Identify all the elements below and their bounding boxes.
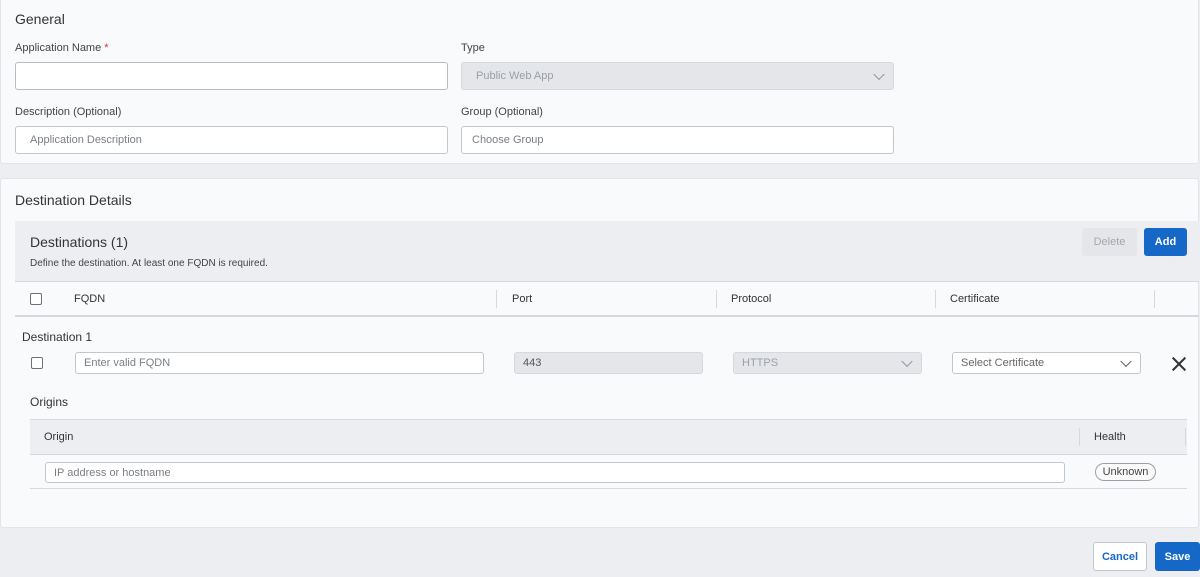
app-name-label-text: Application Name: [15, 42, 102, 54]
fqdn-input[interactable]: Enter valid FQDN: [75, 352, 484, 374]
column-fqdn: FQDN: [74, 293, 106, 305]
destination-details-title: Destination Details: [15, 192, 132, 208]
destination-details-section: Destination Details Destinations (1) Def…: [0, 178, 1199, 528]
type-select-value: Public Web App: [476, 70, 554, 82]
add-button[interactable]: Add: [1144, 228, 1187, 256]
port-value: 443: [523, 357, 542, 369]
column-port: Port: [512, 293, 533, 305]
destinations-subtitle: Define the destination. At least one FQD…: [30, 258, 268, 269]
column-health: Health: [1094, 431, 1126, 443]
column-divider: [1185, 428, 1186, 446]
column-divider: [1079, 428, 1080, 446]
chevron-down-icon: [901, 355, 913, 368]
column-divider: [1154, 290, 1155, 308]
origins-table: Origin Health IP address or hostname Unk…: [30, 419, 1187, 489]
protocol-select: HTTPS: [733, 352, 922, 374]
certificate-placeholder: Select Certificate: [961, 357, 1045, 369]
destination-checkbox[interactable]: [31, 357, 43, 369]
origin-placeholder: IP address or hostname: [54, 466, 171, 479]
group-label: Group (Optional): [461, 106, 543, 118]
description-placeholder: Application Description: [30, 134, 142, 146]
group-placeholder: Choose Group: [472, 134, 544, 146]
description-label: Description (Optional): [15, 106, 122, 118]
app-name-label: Application Name *: [15, 42, 109, 54]
destinations-header: Destinations (1) Define the destination.…: [15, 221, 1199, 281]
select-all-checkbox[interactable]: [30, 293, 42, 305]
destination-name: Destination 1: [22, 330, 93, 344]
column-certificate: Certificate: [950, 293, 1000, 305]
save-button[interactable]: Save: [1155, 542, 1200, 571]
fqdn-placeholder: Enter valid FQDN: [84, 357, 171, 369]
port-input: 443: [514, 352, 703, 374]
general-section: General Application Name * Type Public We…: [0, 0, 1199, 164]
protocol-value: HTTPS: [742, 357, 779, 369]
chevron-down-icon: [1120, 355, 1132, 368]
cancel-button[interactable]: Cancel: [1093, 542, 1147, 571]
chevron-down-icon: [873, 68, 885, 81]
required-mark: *: [104, 42, 109, 54]
origin-input[interactable]: IP address or hostname: [45, 462, 1065, 483]
certificate-select[interactable]: Select Certificate: [952, 352, 1141, 374]
type-label: Type: [461, 42, 485, 54]
column-divider: [496, 290, 497, 308]
origins-title: Origins: [30, 395, 69, 409]
description-input[interactable]: Application Description: [15, 126, 448, 154]
delete-button[interactable]: Delete: [1082, 228, 1137, 256]
close-icon[interactable]: [1171, 356, 1187, 372]
column-protocol: Protocol: [731, 293, 772, 305]
group-input[interactable]: Choose Group: [461, 126, 894, 154]
column-origin: Origin: [44, 431, 74, 443]
health-status-badge: Unknown: [1095, 463, 1156, 481]
column-divider: [935, 290, 936, 308]
app-name-input[interactable]: [15, 62, 448, 90]
type-select: Public Web App: [461, 62, 894, 90]
origins-table-header: Origin Health: [30, 420, 1187, 455]
destinations-title: Destinations (1): [30, 234, 129, 250]
column-divider: [716, 290, 717, 308]
general-title: General: [15, 11, 65, 27]
destinations-table-header: FQDN Port Protocol Certificate: [15, 281, 1199, 317]
